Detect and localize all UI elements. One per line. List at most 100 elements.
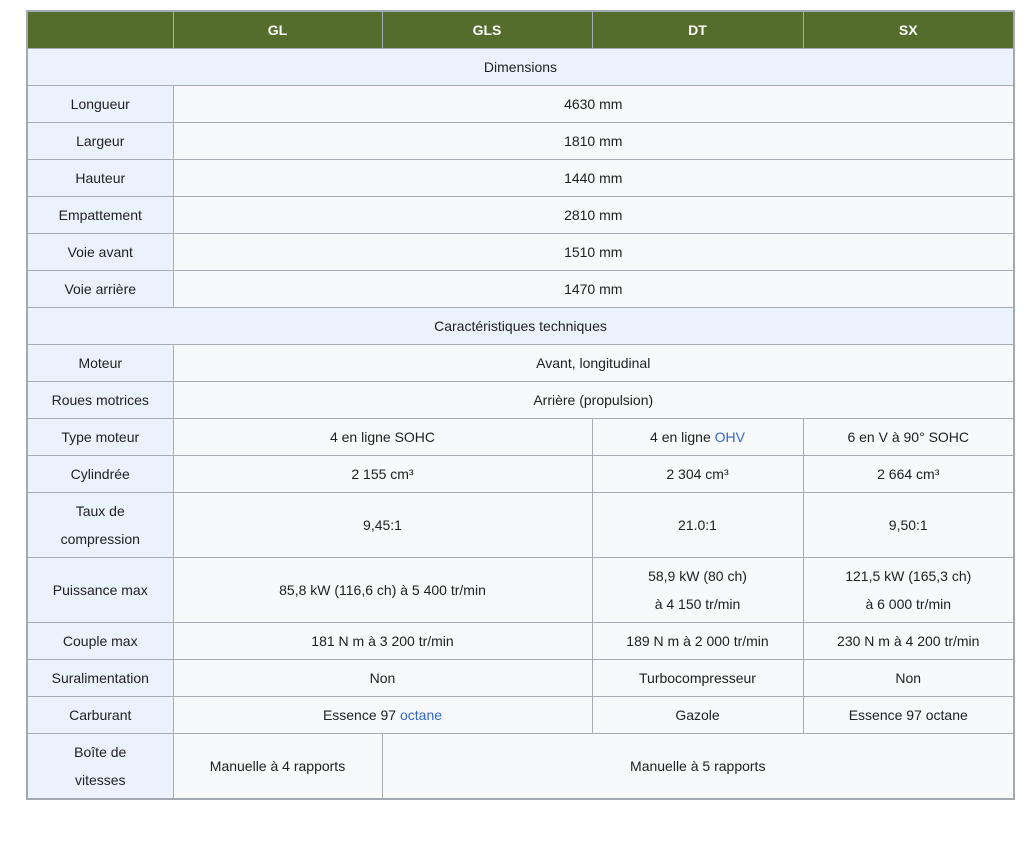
cell-text: Turbocompresseur [639, 670, 756, 686]
value-cell: 4 en ligne OHV [592, 419, 803, 456]
cell-text: 2 155 cm³ [351, 466, 413, 482]
cell-text: 21.0:1 [678, 517, 717, 533]
value-cell: Turbocompresseur [592, 660, 803, 697]
cell-text: 121,5 kW (165,3 ch) à 6 000 tr/min [845, 568, 971, 612]
value-cell: 189 N m à 2 000 tr/min [592, 623, 803, 660]
value-cell: 2 664 cm³ [803, 456, 1014, 493]
row-label: Carburant [27, 697, 173, 734]
row-label: Moteur [27, 345, 173, 382]
value-cell: 2810 mm [173, 197, 1014, 234]
cell-text: Non [370, 670, 396, 686]
table-row: Puissance max 85,8 kW (116,6 ch) à 5 400 … [27, 558, 1014, 623]
table-row: Roues motrices Arrière (propulsion) [27, 382, 1014, 419]
link-ohv[interactable]: OHV [715, 429, 745, 445]
table-row: Taux de compression 9,45:1 21.0:1 9,50:1 [27, 493, 1014, 558]
table-row: Voie arrière 1470 mm [27, 271, 1014, 308]
column-header-gls: GLS [382, 11, 592, 49]
value-cell: 2 304 cm³ [592, 456, 803, 493]
value-cell: Arrière (propulsion) [173, 382, 1014, 419]
table-row: Couple max 181 N m à 3 200 tr/min 189 N m … [27, 623, 1014, 660]
column-header-sx: SX [803, 11, 1014, 49]
value-cell: Manuelle à 5 rapports [382, 734, 1014, 800]
cell-text: 1470 mm [564, 281, 622, 297]
value-cell: 1440 mm [173, 160, 1014, 197]
cell-text: 1810 mm [564, 133, 622, 149]
value-cell: 6 en V à 90° SOHC [803, 419, 1014, 456]
value-cell: Gazole [592, 697, 803, 734]
cell-text: 9,50:1 [889, 517, 928, 533]
value-cell: 21.0:1 [592, 493, 803, 558]
value-cell: 1810 mm [173, 123, 1014, 160]
table-row: CarburantEssence 97 octaneGazoleEssence … [27, 697, 1014, 734]
row-label: Cylindrée [27, 456, 173, 493]
value-cell: 4 en ligne SOHC [173, 419, 592, 456]
cell-text: 1440 mm [564, 170, 622, 186]
value-cell: 58,9 kW (80 ch) à 4 150 tr/min [592, 558, 803, 623]
cell-text: Gazole [675, 707, 719, 723]
row-label: Type moteur [27, 419, 173, 456]
section-row: Caractéristiques techniques [27, 308, 1014, 345]
cell-text: 4630 mm [564, 96, 622, 112]
section-header: Caractéristiques techniques [27, 308, 1014, 345]
value-cell: Manuelle à 4 rapports [173, 734, 382, 800]
column-header-gl: GL [173, 11, 382, 49]
value-cell: 181 N m à 3 200 tr/min [173, 623, 592, 660]
cell-text: 85,8 kW (116,6 ch) à 5 400 tr/min [279, 582, 486, 598]
value-cell: 1510 mm [173, 234, 1014, 271]
table-header-row: GLGLSDTSX [27, 11, 1014, 49]
table-row: SuralimentationNonTurbocompresseurNon [27, 660, 1014, 697]
value-cell: Essence 97 octane [803, 697, 1014, 734]
table-row: Type moteur 4 en ligne SOHC 4 en ligne OHV… [27, 419, 1014, 456]
value-cell: 9,45:1 [173, 493, 592, 558]
cell-text: 58,9 kW (80 ch) à 4 150 tr/min [648, 568, 747, 612]
value-cell: Non [173, 660, 592, 697]
spec-table: GLGLSDTSX DimensionsLongueur 4630 mm Large… [26, 10, 1015, 800]
cell-text: 4 en ligne SOHC [330, 429, 435, 445]
table-row: Boîte de vitesses Manuelle à 4 rapports Ma… [27, 734, 1014, 800]
cell-text: 2 304 cm³ [666, 466, 728, 482]
value-cell: 9,50:1 [803, 493, 1014, 558]
cell-text: 230 N m à 4 200 tr/min [837, 633, 979, 649]
table-body: DimensionsLongueur 4630 mm Largeur 1810 mm H… [27, 49, 1014, 800]
row-label: Taux de compression [27, 493, 173, 558]
table-row: Voie avant 1510 mm [27, 234, 1014, 271]
value-cell: Essence 97 octane [173, 697, 592, 734]
row-label: Boîte de vitesses [27, 734, 173, 800]
cell-text: Arrière (propulsion) [533, 392, 653, 408]
row-label: Voie arrière [27, 271, 173, 308]
section-row: Dimensions [27, 49, 1014, 86]
section-header: Dimensions [27, 49, 1014, 86]
row-label: Couple max [27, 623, 173, 660]
cell-text: 189 N m à 2 000 tr/min [626, 633, 768, 649]
row-label: Roues motrices [27, 382, 173, 419]
cell-text: 2 664 cm³ [877, 466, 939, 482]
cell-text: Essence 97 [323, 707, 400, 723]
row-label: Voie avant [27, 234, 173, 271]
value-cell: Avant, longitudinal [173, 345, 1014, 382]
cell-text: Manuelle à 5 rapports [630, 758, 765, 774]
cell-text: Manuelle à 4 rapports [210, 758, 345, 774]
row-label: Hauteur [27, 160, 173, 197]
table-row: Largeur 1810 mm [27, 123, 1014, 160]
row-label: Puissance max [27, 558, 173, 623]
value-cell: 85,8 kW (116,6 ch) à 5 400 tr/min [173, 558, 592, 623]
cell-text: Essence 97 octane [849, 707, 968, 723]
value-cell: 1470 mm [173, 271, 1014, 308]
value-cell: Non [803, 660, 1014, 697]
table-row: MoteurAvant, longitudinal [27, 345, 1014, 382]
row-label: Largeur [27, 123, 173, 160]
value-cell: 230 N m à 4 200 tr/min [803, 623, 1014, 660]
table-row: Hauteur 1440 mm [27, 160, 1014, 197]
table-row: Longueur 4630 mm [27, 86, 1014, 123]
column-header-empty [27, 11, 173, 49]
row-label: Longueur [27, 86, 173, 123]
table-row: Empattement2810 mm [27, 197, 1014, 234]
cell-text: 181 N m à 3 200 tr/min [311, 633, 453, 649]
cell-text: 9,45:1 [363, 517, 402, 533]
column-header-dt: DT [592, 11, 803, 49]
value-cell: 2 155 cm³ [173, 456, 592, 493]
value-cell: 4630 mm [173, 86, 1014, 123]
cell-text: 2810 mm [564, 207, 622, 223]
link-octane[interactable]: octane [400, 707, 442, 723]
cell-text: 1510 mm [564, 244, 622, 260]
